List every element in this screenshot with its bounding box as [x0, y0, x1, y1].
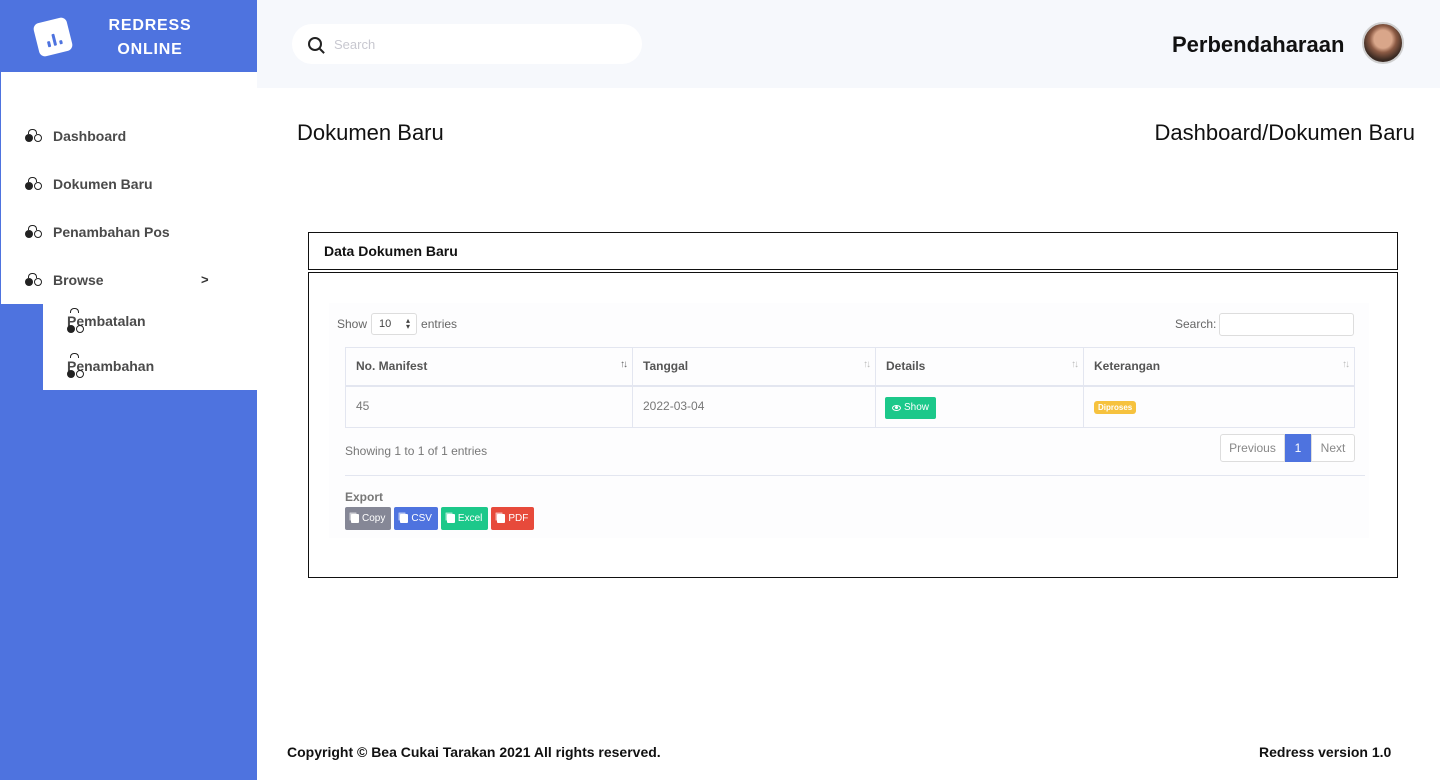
sidebar-item-dashboard[interactable]: Dashboard [25, 124, 126, 148]
show-entries: Show 10 ▴ ▾ entries [337, 313, 457, 335]
brand-line-1: REDRESS [108, 17, 192, 34]
entries-label: entries [421, 317, 458, 331]
pdf-button[interactable]: PDF [491, 507, 535, 530]
column-label: Details [886, 359, 926, 374]
cell-manifest: 45 [345, 385, 633, 428]
table-header-row: No. Manifest ↑↓ Tanggal ↑↓ Details ↑↓ Keter… [345, 347, 1355, 387]
column-header-keterangan[interactable]: Keterangan ↑↓ [1083, 347, 1355, 387]
table-search-input[interactable] [1219, 313, 1354, 336]
csv-button[interactable]: CSV [394, 507, 438, 530]
card-header: Data Dokumen Baru [308, 232, 1398, 270]
search-input[interactable] [334, 36, 614, 52]
show-label: Show [337, 317, 368, 331]
data-table: No. Manifest ↑↓ Tanggal ↑↓ Details ↑↓ Keter… [345, 347, 1355, 428]
column-label: Tanggal [643, 359, 689, 374]
search-icon [308, 37, 322, 51]
glasses-icon [25, 225, 43, 238]
search-bar [292, 24, 642, 64]
export-label: Export [345, 490, 384, 504]
chart-logo-icon [32, 16, 74, 58]
sort-icon: ↑↓ [1342, 359, 1350, 370]
export-buttons: Copy CSV Excel PDF [345, 507, 535, 530]
topbar: Perbendaharaan [257, 0, 1440, 88]
glasses-icon [25, 129, 43, 142]
excel-button-label: Excel [457, 513, 483, 524]
pagination-next[interactable]: Next [1311, 434, 1355, 462]
avatar[interactable] [1362, 22, 1404, 64]
copy-icon [351, 514, 359, 523]
status-badge: Diproses [1094, 400, 1137, 414]
show-button-label: Show [904, 402, 930, 413]
user-name[interactable]: Perbendaharaan [1172, 32, 1344, 58]
cell-details: Show [875, 385, 1084, 428]
column-header-manifest[interactable]: No. Manifest ↑↓ [345, 347, 633, 387]
divider [345, 475, 1365, 476]
sidebar-item-label: Dashboard [53, 128, 127, 144]
table-search-label: Search: [1175, 317, 1217, 331]
csv-button-label: CSV [411, 513, 432, 524]
table-info: Showing 1 to 1 of 1 entries [345, 444, 488, 458]
chevron-right-icon[interactable]: > [201, 272, 209, 287]
glasses-icon [25, 273, 43, 286]
pagination: Previous 1 Next [1220, 434, 1355, 462]
sidebar-subitem-penambahan[interactable]: Penambahan [67, 353, 154, 378]
entries-value: 10 [379, 318, 392, 330]
show-button[interactable]: Show [885, 396, 937, 419]
brand[interactable]: REDRESS ONLINE [1, 0, 257, 72]
card-body: Show 10 ▴ ▾ entries Search: No. Manifest ↑… [308, 272, 1398, 578]
breadcrumb[interactable]: Dashboard/Dokumen Baru [1155, 120, 1415, 146]
table-row: 45 2022-03-04 Show Diproses [345, 385, 1355, 428]
footer-copyright: Copyright © Bea Cukai Tarakan 2021 All r… [287, 744, 661, 760]
page-title: Dokumen Baru [297, 120, 444, 145]
copy-button[interactable]: Copy [345, 507, 392, 530]
sidebar-item-label: Penambahan Pos [53, 224, 170, 240]
sidebar-item-dokumen-baru[interactable]: Dokumen Baru [25, 172, 153, 196]
pagination-previous[interactable]: Previous [1220, 434, 1285, 462]
pdf-button-label: PDF [508, 513, 529, 524]
column-header-tanggal[interactable]: Tanggal ↑↓ [632, 347, 876, 387]
select-arrows-icon: ▴ ▾ [406, 316, 411, 331]
copy-icon [400, 514, 409, 523]
cell-keterangan: Diproses [1083, 385, 1355, 428]
sidebar-item-label: Browse [53, 272, 104, 288]
cell-tanggal: 2022-03-04 [632, 385, 876, 428]
brand-line-2: ONLINE [117, 41, 183, 58]
sidebar-item-label: Dokumen Baru [53, 176, 153, 192]
browse-submenu: Pembatalan Penambahan [43, 297, 257, 390]
excel-button[interactable]: Excel [440, 507, 489, 530]
sidebar-item-browse[interactable]: Browse [25, 268, 104, 292]
sort-icon: ↑↓ [620, 359, 628, 370]
eye-icon [892, 404, 901, 411]
sidebar-subitem-pembatalan[interactable]: Pembatalan [67, 308, 146, 333]
column-label: No. Manifest [356, 359, 428, 374]
copy-icon [497, 514, 506, 523]
sidebar-menu: Dashboard Dokumen Baru Penambahan Pos Br… [1, 72, 257, 304]
column-label: Keterangan [1094, 359, 1161, 374]
pagination-page-1[interactable]: 1 [1285, 434, 1311, 462]
glasses-icon [25, 177, 43, 190]
column-header-details[interactable]: Details ↑↓ [875, 347, 1084, 387]
entries-select[interactable]: 10 ▴ ▾ [371, 313, 418, 335]
copy-icon [446, 514, 455, 523]
sidebar-item-penambahan-pos[interactable]: Penambahan Pos [25, 220, 170, 244]
copy-button-label: Copy [362, 513, 386, 524]
brand-name: REDRESS ONLINE [91, 14, 209, 62]
sort-icon: ↑↓ [1071, 359, 1079, 370]
footer-version: Redress version 1.0 [1259, 744, 1392, 760]
sort-icon: ↑↓ [863, 359, 871, 370]
